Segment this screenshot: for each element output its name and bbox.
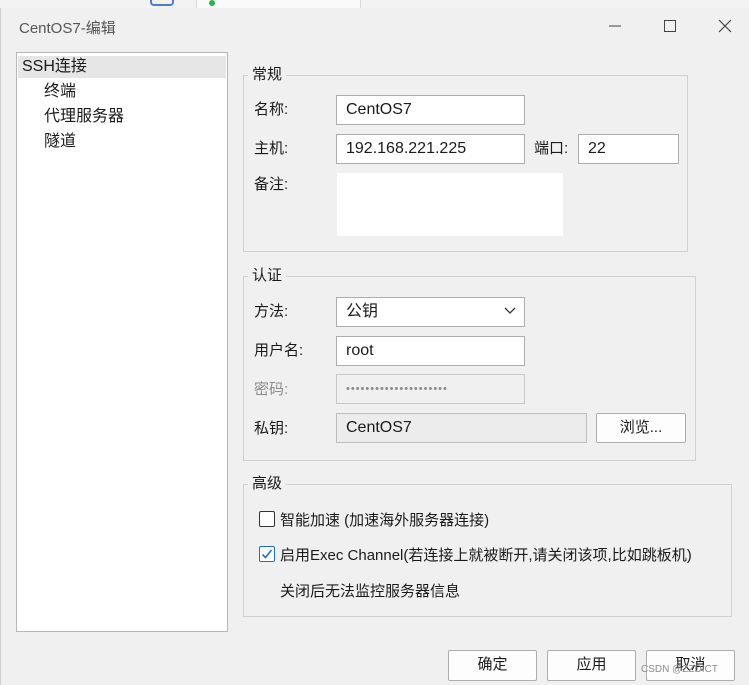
host-input[interactable]: 192.168.221.225 (336, 134, 525, 164)
advanced-group-title: 高级 (248, 475, 287, 493)
background-session-tab (196, 0, 361, 8)
minimize-icon (609, 25, 621, 27)
maximize-button[interactable] (646, 8, 694, 44)
password-input[interactable]: ••••••••••••••••••••• (336, 374, 525, 404)
auth-group-title: 认证 (248, 267, 287, 285)
password-label: 密码: (254, 381, 289, 398)
checkmark-icon (261, 549, 273, 559)
private-key-input[interactable]: CentOS7 (336, 413, 587, 443)
auth-method-value: 公钥 (346, 303, 379, 320)
private-key-label: 私钥: (254, 420, 289, 437)
background-app-strip (0, 0, 749, 8)
note-label: 备注: (254, 176, 289, 193)
session-edit-dialog: CentOS7-编辑 SSH连接 终端 代理服务器 隧道 常规 名称: Cent… (0, 8, 749, 685)
apply-button[interactable]: 应用 (547, 650, 636, 681)
close-icon (718, 19, 732, 33)
browse-button[interactable]: 浏览... (596, 413, 686, 443)
smart-accel-label[interactable]: 智能加速 (加速海外服务器连接) (280, 509, 489, 530)
general-group: 常规 名称: CentOS7 主机: 192.168.221.225 端口: 2… (243, 66, 688, 252)
general-group-title: 常规 (248, 66, 287, 84)
method-label: 方法: (254, 303, 289, 320)
close-button[interactable] (701, 8, 749, 44)
chevron-down-icon (504, 307, 516, 314)
connection-status-dot (209, 0, 215, 6)
title-bar: CentOS7-编辑 (1, 8, 749, 46)
name-input[interactable]: CentOS7 (336, 95, 525, 125)
exec-channel-checkbox[interactable] (259, 546, 275, 562)
port-input[interactable]: 22 (578, 134, 679, 164)
tree-item-tunnel[interactable]: 隧道 (44, 131, 76, 153)
exec-channel-note: 关闭后无法监控服务器信息 (280, 583, 461, 600)
minimize-button[interactable] (591, 8, 639, 44)
dialog-title: CentOS7-编辑 (19, 20, 116, 37)
auth-group: 认证 方法: 公钥 用户名: root 密码: ••••••••••••••••… (243, 267, 696, 461)
advanced-group: 高级 智能加速 (加速海外服务器连接) 启用Exec Channel(若连接上就… (243, 475, 732, 617)
note-textarea[interactable] (337, 173, 563, 236)
tree-item-proxy[interactable]: 代理服务器 (44, 106, 124, 128)
name-label: 名称: (254, 101, 289, 118)
host-label: 主机: (254, 140, 289, 157)
smart-accel-checkbox[interactable] (259, 511, 275, 527)
exec-channel-label[interactable]: 启用Exec Channel(若连接上就被断开,请关闭该项,比如跳板机) (280, 544, 692, 565)
category-tree: SSH连接 终端 代理服务器 隧道 (16, 52, 228, 632)
tree-item-terminal[interactable]: 终端 (44, 81, 76, 103)
username-input[interactable]: root (336, 336, 525, 366)
tree-item-ssh[interactable]: SSH连接 (18, 56, 226, 78)
folder-icon (150, 0, 174, 6)
watermark-text: CSDN @ZZDICT (641, 664, 718, 675)
auth-method-select[interactable]: 公钥 (336, 297, 525, 327)
username-label: 用户名: (254, 342, 304, 359)
ok-button[interactable]: 确定 (448, 650, 537, 681)
maximize-icon (664, 20, 676, 32)
port-label: 端口: (534, 140, 569, 157)
